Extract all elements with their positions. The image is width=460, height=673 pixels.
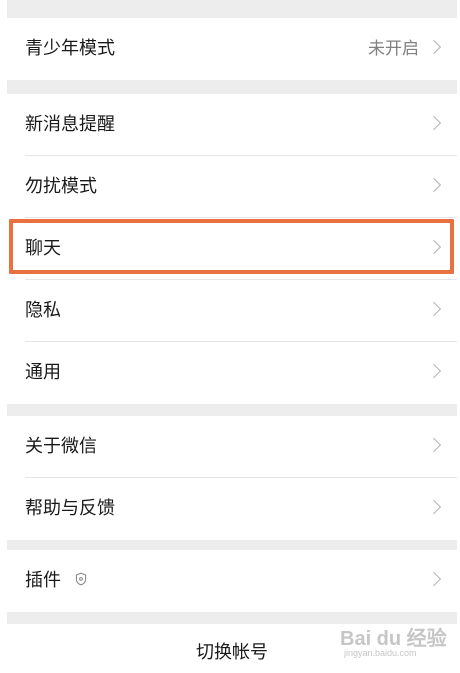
- watermark-subtext: jingyan.baidu.com: [344, 648, 417, 658]
- settings-row-do-not-disturb[interactable]: 勿扰模式: [7, 156, 457, 218]
- chevron-right-icon: [426, 437, 442, 453]
- settings-row-general[interactable]: 通用: [7, 342, 457, 404]
- chevron-right-icon: [426, 177, 442, 193]
- plugin-shield-icon: [75, 572, 87, 586]
- settings-row-privacy[interactable]: 隐私: [7, 280, 457, 342]
- chevron-right-icon: [426, 571, 442, 587]
- settings-row-teen-mode[interactable]: 青少年模式 未开启: [7, 18, 457, 80]
- row-label: 青少年模式: [25, 38, 115, 59]
- row-label: 新消息提醒: [25, 114, 115, 135]
- settings-row-help-feedback[interactable]: 帮助与反馈: [7, 478, 457, 540]
- row-label: 帮助与反馈: [25, 498, 115, 519]
- chevron-right-icon: [426, 363, 442, 379]
- chevron-right-icon: [426, 499, 442, 515]
- row-label: 勿扰模式: [25, 176, 97, 197]
- chevron-right-icon: [426, 301, 442, 317]
- watermark-text: Bai du 经验: [340, 628, 447, 650]
- row-label: 通用: [25, 362, 61, 383]
- chevron-right-icon: [426, 115, 442, 131]
- settings-screen: 青少年模式 未开启 新消息提醒 勿扰模式 聊天 隐私 通用 关于微信 帮助与反馈…: [7, 0, 457, 673]
- baidu-jingyan-watermark: Bai du 经验 jingyan.baidu.com: [340, 622, 450, 662]
- row-label: 关于微信: [25, 436, 97, 457]
- row-label: 隐私: [25, 300, 61, 321]
- chat-row-highlight-box: [9, 219, 454, 274]
- settings-row-plugins[interactable]: 插件: [7, 550, 457, 612]
- row-label: 插件: [25, 570, 61, 591]
- row-status: 未开启: [368, 39, 419, 59]
- settings-row-new-message-alerts[interactable]: 新消息提醒: [7, 94, 457, 156]
- chevron-right-icon: [426, 39, 442, 55]
- settings-row-about-wechat[interactable]: 关于微信: [7, 416, 457, 478]
